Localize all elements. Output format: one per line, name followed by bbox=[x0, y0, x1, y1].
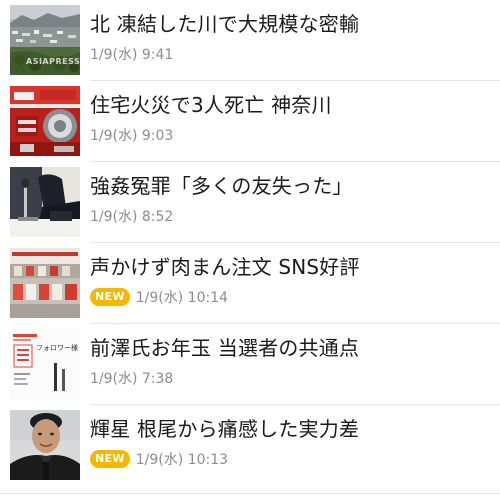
article-meta: 1/9(水) 8:52 bbox=[90, 205, 173, 227]
news-item[interactable]: 強姦冤罪「多くの友失った」 1/9(水) 8:52 bbox=[0, 162, 500, 243]
news-item[interactable]: 住宅火災で3人死亡 神奈川 1/9(水) 9:03 bbox=[0, 81, 500, 162]
news-list: ASIAPRESS 北 凍結した川で大規模な密輸 1/9(水) 9:41 住宅火… bbox=[0, 0, 500, 500]
article-title[interactable]: 声かけず肉まん注文 SNS好評 bbox=[90, 254, 360, 280]
article-title[interactable]: 強姦冤罪「多くの友失った」 bbox=[90, 173, 353, 199]
news-item[interactable]: ASIAPRESS 北 凍結した川で大規模な密輸 1/9(水) 9:41 bbox=[0, 0, 500, 81]
article-thumbnail[interactable]: フォロワー様 bbox=[10, 329, 80, 399]
article-thumbnail[interactable] bbox=[10, 248, 80, 318]
convenience-store-photo bbox=[10, 248, 80, 318]
article-time: 1/9(水) 9:41 bbox=[90, 47, 174, 63]
article-title[interactable]: 北 凍結した川で大規模な密輸 bbox=[90, 11, 359, 37]
new-year-card-photo bbox=[10, 329, 80, 399]
article-thumbnail[interactable]: ASIAPRESS bbox=[10, 5, 80, 75]
news-item[interactable]: 輝星 根尾から痛感した実力差 NEW 1/9(水) 10:13 bbox=[0, 405, 500, 486]
fire-truck-photo bbox=[10, 86, 80, 156]
baseball-player-portrait bbox=[10, 410, 80, 480]
article-meta: NEW 1/9(水) 10:14 bbox=[90, 286, 228, 308]
article-time: 1/9(水) 10:13 bbox=[135, 452, 229, 468]
watermark-text: ASIAPRESS bbox=[26, 57, 80, 66]
article-time: 1/9(水) 7:38 bbox=[90, 371, 174, 387]
article-thumbnail[interactable] bbox=[10, 86, 80, 156]
news-item[interactable]: 声かけず肉まん注文 SNS好評 NEW 1/9(水) 10:14 bbox=[0, 243, 500, 324]
article-meta: 1/9(水) 9:41 bbox=[90, 43, 173, 65]
card-text: フォロワー様 bbox=[36, 344, 78, 352]
article-time: 1/9(水) 9:03 bbox=[90, 128, 174, 144]
article-time: 1/9(水) 8:52 bbox=[90, 209, 174, 225]
article-title[interactable]: 輝星 根尾から痛感した実力差 bbox=[90, 416, 359, 442]
article-meta: 1/9(水) 7:38 bbox=[90, 367, 173, 389]
press-conference-photo bbox=[10, 167, 80, 237]
article-meta: NEW 1/9(水) 10:13 bbox=[90, 448, 228, 470]
article-meta: 1/9(水) 9:03 bbox=[90, 124, 173, 146]
article-title[interactable]: 住宅火災で3人死亡 神奈川 bbox=[90, 92, 332, 118]
article-thumbnail[interactable] bbox=[10, 410, 80, 480]
new-badge: NEW bbox=[90, 288, 130, 306]
article-title[interactable]: 前澤氏お年玉 当選者の共通点 bbox=[90, 335, 359, 361]
article-time: 1/9(水) 10:14 bbox=[135, 290, 229, 306]
article-thumbnail[interactable] bbox=[10, 167, 80, 237]
news-item[interactable]: フォロワー様 前澤氏お年玉 当選者の共通点 1/9(水) 7:38 bbox=[0, 324, 500, 405]
new-badge: NEW bbox=[90, 450, 130, 468]
divider bbox=[0, 493, 500, 494]
